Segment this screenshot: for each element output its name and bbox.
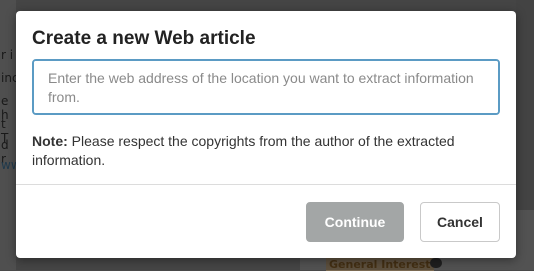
create-web-article-dialog: Create a new Web article Note: Please re… <box>16 11 516 258</box>
note-text: Please respect the copyrights from the a… <box>32 133 455 168</box>
cancel-button[interactable]: Cancel <box>420 202 500 242</box>
footer-divider <box>16 184 516 185</box>
dialog-title: Create a new Web article <box>32 28 256 49</box>
web-address-input[interactable] <box>32 59 500 115</box>
copyright-note: Note: Please respect the copyrights from… <box>32 132 502 170</box>
note-label: Note: <box>32 133 68 149</box>
continue-button[interactable]: Continue <box>306 202 404 242</box>
